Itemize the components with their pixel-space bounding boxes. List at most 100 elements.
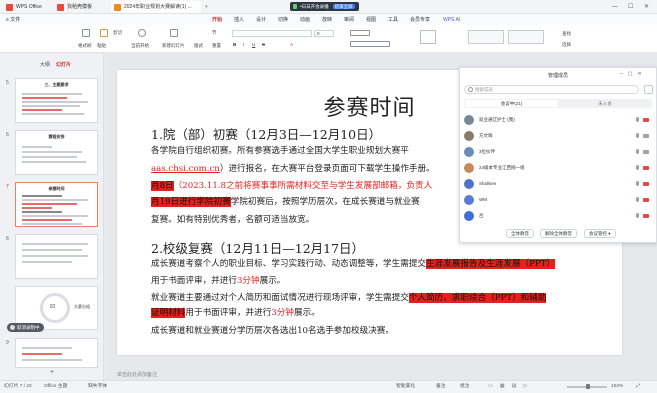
tab-template[interactable]: 找稻壳模板: [54, 1, 108, 13]
section-2-line-5[interactable]: 成长赛道和就业赛道分学历层次各选出10名选手参加校级决赛。: [151, 326, 394, 336]
camera-icon[interactable]: [643, 150, 649, 154]
segment-not-joined[interactable]: 未入会: [559, 100, 651, 107]
underline-button[interactable]: U: [252, 42, 255, 48]
tab-wps-office[interactable]: WPS Office: [3, 1, 51, 13]
section-1-line-1[interactable]: 各学院自行组织初赛。所有参赛选手通过全国大学生职业规划大赛平: [151, 146, 409, 156]
invite-member-icon[interactable]: [644, 85, 653, 94]
textbox-style-gallery[interactable]: [468, 30, 504, 44]
zoom-level[interactable]: 102%: [611, 383, 623, 390]
section-1-line-4[interactable]: 月19日进行学院初赛学院初赛后，按照学历层次，在成长赛道与就业赛: [151, 197, 420, 207]
menu-view[interactable]: 视图: [366, 16, 376, 24]
file-menu[interactable]: ≡ 文件: [6, 16, 20, 24]
fit-window-icon[interactable]: ⤢: [636, 383, 640, 390]
wps-ai-button[interactable]: WPS AI: [443, 16, 460, 24]
slide-thumbnail[interactable]: 赛程安排: [15, 130, 98, 175]
menu-tools[interactable]: 工具: [388, 16, 398, 24]
mic-icon[interactable]: [636, 197, 639, 202]
section-1-line-3[interactable]: 月8日（2023.11.8之前将赛事事所需材料交至与学生发展部邮箱，负责人: [151, 181, 432, 191]
panel-window-controls[interactable]: –▢✕: [620, 71, 647, 77]
menu-member[interactable]: 会员专享: [410, 16, 430, 24]
menu-slideshow[interactable]: 放映: [322, 16, 332, 24]
minimize-button[interactable]: —: [612, 2, 618, 12]
mic-icon[interactable]: [636, 213, 639, 218]
section-2-line-1[interactable]: 成长赛道考察个人的职业目标、学习实践行动、动态调整等，学生需提交生涯发展报告及生…: [151, 259, 556, 269]
zoom-slider-handle[interactable]: [586, 384, 590, 389]
member-row[interactable]: Shallsen: [463, 177, 653, 191]
member-search-input[interactable]: 搜索成员: [464, 85, 639, 94]
meeting-control-button[interactable]: 会议管控 ▾: [584, 229, 616, 238]
menu-animation[interactable]: 动画: [300, 16, 310, 24]
close-button[interactable]: ✕: [644, 2, 649, 12]
camera-icon[interactable]: [643, 134, 649, 138]
member-row[interactable]: 方文辉: [463, 129, 653, 143]
member-row[interactable]: 3位伙伴: [463, 145, 653, 159]
member-row[interactable]: 24级本专业江西婉一组: [463, 161, 653, 175]
add-slide-button[interactable]: +: [50, 369, 54, 376]
tab-slides[interactable]: 幻灯片: [56, 61, 71, 68]
menu-review[interactable]: 审阅: [344, 16, 354, 24]
slide-thumbnail[interactable]: 三、主题要求: [15, 78, 98, 123]
current-start-button[interactable]: 当前开始: [131, 43, 149, 49]
slide-thumbnail-selected[interactable]: 参赛时间: [15, 182, 98, 227]
format-painter-icon[interactable]: [82, 29, 90, 37]
shapes-icon[interactable]: [420, 30, 436, 44]
section-1-line-5[interactable]: 复赛。如有特别优秀者，名额可适当放宽。: [151, 215, 314, 225]
mic-icon[interactable]: [636, 149, 639, 154]
notes-placeholder[interactable]: 单击此处添加备注: [117, 371, 157, 378]
section-button[interactable]: 节: [212, 30, 217, 36]
paste-icon[interactable]: [100, 29, 108, 37]
italic-button[interactable]: I: [243, 42, 244, 48]
new-tab-button[interactable]: +: [203, 1, 213, 13]
smart-beautify-button[interactable]: 智能美化: [396, 383, 415, 390]
mic-icon[interactable]: [636, 133, 639, 138]
layout-button[interactable]: 版式: [194, 43, 203, 49]
menu-design[interactable]: 设计: [256, 16, 266, 24]
camera-icon[interactable]: [643, 166, 649, 170]
camera-icon[interactable]: [643, 118, 649, 122]
font-color-button[interactable]: A: [290, 42, 293, 48]
list-format-group[interactable]: [350, 30, 370, 36]
maximize-button[interactable]: ☐: [628, 2, 633, 12]
new-slide-button[interactable]: 新建幻灯片: [162, 43, 185, 49]
exit-fullscreen-button[interactable]: 结束全屏: [332, 4, 355, 9]
new-slide-icon[interactable]: [170, 29, 178, 37]
slide-thumbnail[interactable]: [15, 338, 98, 368]
section-1-line-2[interactable]: aas.chsi.com.cn）进行报名，在大赛平台登录页面可下载学生操作手册。: [151, 164, 435, 174]
member-row[interactable]: 吕: [463, 209, 653, 223]
cut-button[interactable]: 剪切: [113, 30, 122, 36]
platform-link[interactable]: aas.chsi.com.cn: [151, 164, 220, 174]
font-size-select[interactable]: 0: [314, 30, 334, 37]
mic-icon[interactable]: [636, 117, 639, 122]
meeting-badge[interactable]: •日日开会录播 结束全屏: [290, 2, 359, 11]
recording-indicator[interactable]: 取消录制中: [7, 323, 44, 332]
notes-button[interactable]: 备注: [436, 383, 446, 390]
camera-icon[interactable]: [643, 198, 649, 202]
section-2-line-4[interactable]: 证明材料用于书面评审，并进行3分钟展示。: [151, 308, 320, 318]
section-2-line-2[interactable]: 用于书面评审，并进行3分钟展示。: [151, 276, 285, 286]
bold-button[interactable]: B: [233, 42, 236, 48]
align-group[interactable]: [350, 41, 390, 47]
tab-document[interactable]: 2024年职业规划大赛解读(1) ...: [111, 1, 201, 13]
member-row[interactable]: WM: [463, 193, 653, 207]
mute-all-button[interactable]: 全体静音: [506, 229, 534, 238]
section-2-heading[interactable]: 2.校级复赛（12月11日—12月17日）: [151, 238, 364, 257]
section-1-heading[interactable]: 1.院（部）初赛（12月3日—12月10日）: [151, 124, 381, 143]
tab-outline[interactable]: 大纲: [40, 61, 50, 68]
slide-thumbnail[interactable]: [15, 234, 98, 279]
comment-button[interactable]: 批注: [460, 383, 470, 390]
menu-home[interactable]: 开始: [212, 16, 223, 26]
view-mode-icons[interactable]: ▭ ▦ ▤ ▷: [488, 383, 530, 390]
font-family-select[interactable]: [232, 30, 312, 37]
play-icon[interactable]: [138, 29, 146, 37]
strikethrough-button[interactable]: S: [262, 42, 265, 48]
menu-transition[interactable]: 切换: [278, 16, 288, 24]
select-button[interactable]: 选择: [562, 42, 571, 48]
camera-icon[interactable]: [643, 214, 649, 218]
camera-icon[interactable]: [643, 182, 649, 186]
find-button[interactable]: 查找: [562, 31, 571, 37]
unmute-all-button[interactable]: 解除全体静音: [540, 229, 577, 238]
section-2-line-3[interactable]: 就业赛道主要通过对个人简历和面试情况进行现场评审，学生需提交个人简历、求职综合（…: [151, 293, 547, 303]
reset-button[interactable]: 重置: [212, 43, 221, 49]
mic-icon[interactable]: [636, 181, 639, 186]
mic-icon[interactable]: [636, 165, 639, 170]
